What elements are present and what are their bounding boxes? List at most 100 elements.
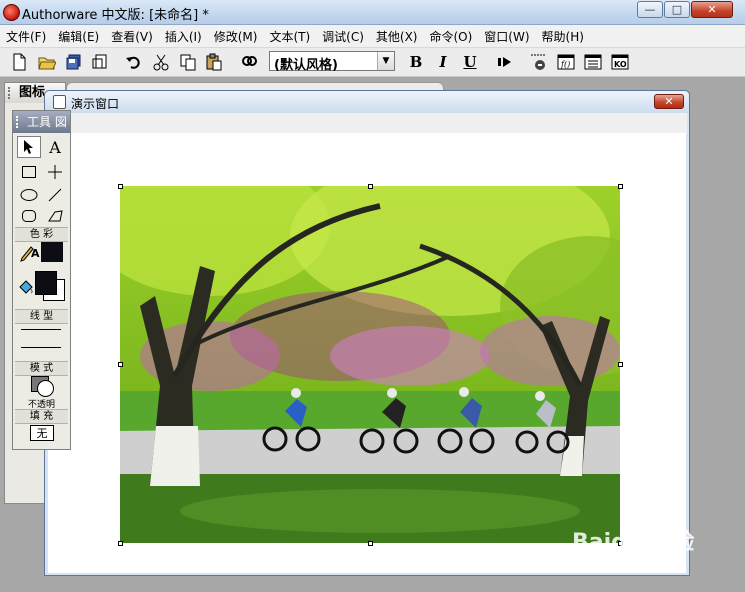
save-button[interactable]: [63, 51, 85, 73]
foreground-color-swatch[interactable]: [35, 271, 57, 295]
mode-section-label: 模 式: [15, 361, 68, 376]
fill-pattern-button[interactable]: 无: [30, 425, 54, 441]
control-panel-button[interactable]: [527, 51, 549, 73]
new-file-button[interactable]: [8, 51, 30, 73]
cut-button[interactable]: [150, 51, 172, 73]
underline-button[interactable]: U: [459, 51, 481, 73]
window-controls: — □ ✕: [636, 1, 733, 19]
menu-insert[interactable]: 插入(I): [159, 28, 208, 45]
open-folder-icon: [38, 57, 56, 70]
bold-button[interactable]: B: [405, 51, 427, 73]
presentation-window-icon: [53, 95, 66, 109]
paint-bucket-icon: [19, 280, 33, 294]
presentation-window-title: 演示窗口: [71, 97, 120, 111]
svg-text:KO: KO: [614, 60, 627, 69]
variables-button[interactable]: [582, 51, 604, 73]
chevron-down-icon[interactable]: ▼: [377, 52, 394, 70]
rectangle-tool[interactable]: [17, 161, 41, 183]
rounded-rectangle-icon: [22, 210, 36, 222]
line-style-option[interactable]: [21, 347, 61, 348]
scissors-icon: [153, 54, 169, 71]
minimize-button[interactable]: —: [637, 1, 663, 18]
undo-button[interactable]: [123, 51, 145, 73]
functions-button[interactable]: f(): [555, 51, 577, 73]
run-button[interactable]: [494, 51, 516, 73]
maximize-button[interactable]: □: [664, 1, 690, 18]
watermark-url: jingyan.baidu.com: [578, 560, 671, 571]
text-tool[interactable]: A: [43, 136, 67, 158]
save-all-icon: [66, 54, 81, 70]
menu-edit[interactable]: 编辑(E): [52, 28, 105, 45]
app-title-bar: Authorware 中文版: [未命名] * — □ ✕: [0, 0, 745, 25]
text-color-letter: A: [31, 247, 40, 260]
menu-file[interactable]: 文件(F): [0, 28, 52, 45]
menu-window[interactable]: 窗口(W): [478, 28, 535, 45]
watermark-logo: Baidu 经验: [572, 530, 695, 555]
fill-section-label: 填 充: [15, 409, 68, 424]
presentation-close-button[interactable]: ✕: [654, 94, 684, 109]
close-button[interactable]: ✕: [691, 1, 733, 18]
color-section-label: 色 彩: [15, 227, 68, 242]
import-icon: [92, 54, 107, 69]
svg-text:f(): f(): [560, 60, 570, 69]
watermark: Baidu 经验 jingyan.baidu.com: [572, 510, 744, 580]
italic-button[interactable]: I: [432, 51, 454, 73]
menu-bar: 文件(F) 编辑(E) 查看(V) 插入(I) 修改(M) 文本(T) 调试(C…: [0, 25, 745, 48]
app-title: Authorware 中文版: [未命名] *: [22, 8, 209, 23]
copy-button[interactable]: [177, 51, 199, 73]
open-file-button[interactable]: [36, 51, 58, 73]
grip-handle-icon[interactable]: [8, 87, 14, 99]
pointer-tool[interactable]: [17, 136, 41, 158]
presentation-menu-bar: 件: [47, 113, 687, 133]
diagonal-line-tool[interactable]: [43, 184, 67, 206]
paste-icon: [206, 53, 222, 71]
photo-illustration: [120, 186, 620, 543]
resize-handle-ne[interactable]: [618, 184, 623, 189]
line-style-option[interactable]: [21, 329, 61, 330]
mode-circle-icon[interactable]: [37, 380, 54, 397]
polygon-tool[interactable]: [43, 205, 67, 227]
presentation-window-title-bar[interactable]: 演示窗口 ✕: [45, 91, 689, 113]
park-cyclists-photo[interactable]: [120, 186, 620, 543]
authorware-logo-icon: [3, 4, 20, 21]
menu-modify[interactable]: 修改(M): [208, 28, 264, 45]
rectangle-icon: [22, 166, 36, 178]
new-file-icon: [13, 53, 26, 71]
menu-other[interactable]: 其他(X): [370, 28, 424, 45]
pointer-arrow-icon: [24, 140, 33, 154]
undo-icon: [126, 56, 140, 69]
variables-icon: [584, 54, 602, 70]
style-select-value: (默认风格): [274, 58, 338, 73]
orthogonal-line-tool[interactable]: [43, 161, 67, 183]
resize-handle-e[interactable]: [618, 362, 623, 367]
ellipse-icon: [20, 189, 38, 201]
style-select[interactable]: (默认风格) ▼: [269, 51, 395, 73]
paste-button[interactable]: [203, 51, 225, 73]
find-button[interactable]: [238, 51, 260, 73]
find-icon: [242, 56, 257, 66]
copy-icon: [180, 54, 196, 71]
diagonal-line-icon: [48, 188, 62, 202]
resize-handle-sw[interactable]: [118, 541, 123, 546]
resize-handle-n[interactable]: [368, 184, 373, 189]
polygon-icon: [48, 210, 63, 222]
resize-handle-s[interactable]: [368, 541, 373, 546]
menu-view[interactable]: 查看(V): [105, 28, 159, 45]
toolbar: (默认风格) ▼ B I U f() KO: [0, 48, 745, 77]
control-panel-icon: [531, 54, 545, 70]
resize-handle-nw[interactable]: [118, 184, 123, 189]
menu-text[interactable]: 文本(T): [263, 28, 316, 45]
presentation-stage[interactable]: [48, 133, 686, 573]
grip-handle-icon[interactable]: [16, 116, 22, 128]
tools-palette: 工具 図 A 色 彩 A 线 型 模 式 不透明 填 充 无: [12, 110, 71, 450]
ellipse-tool[interactable]: [17, 184, 41, 206]
import-button[interactable]: [89, 51, 111, 73]
rounded-rectangle-tool[interactable]: [17, 205, 41, 227]
menu-debug[interactable]: 调试(C): [316, 28, 370, 45]
menu-command[interactable]: 命令(O): [423, 28, 478, 45]
line-text-color-swatch[interactable]: [41, 242, 63, 262]
resize-handle-w[interactable]: [118, 362, 123, 367]
functions-icon: f(): [557, 54, 575, 70]
menu-help[interactable]: 帮助(H): [536, 28, 590, 45]
knowledge-objects-button[interactable]: KO: [609, 51, 631, 73]
